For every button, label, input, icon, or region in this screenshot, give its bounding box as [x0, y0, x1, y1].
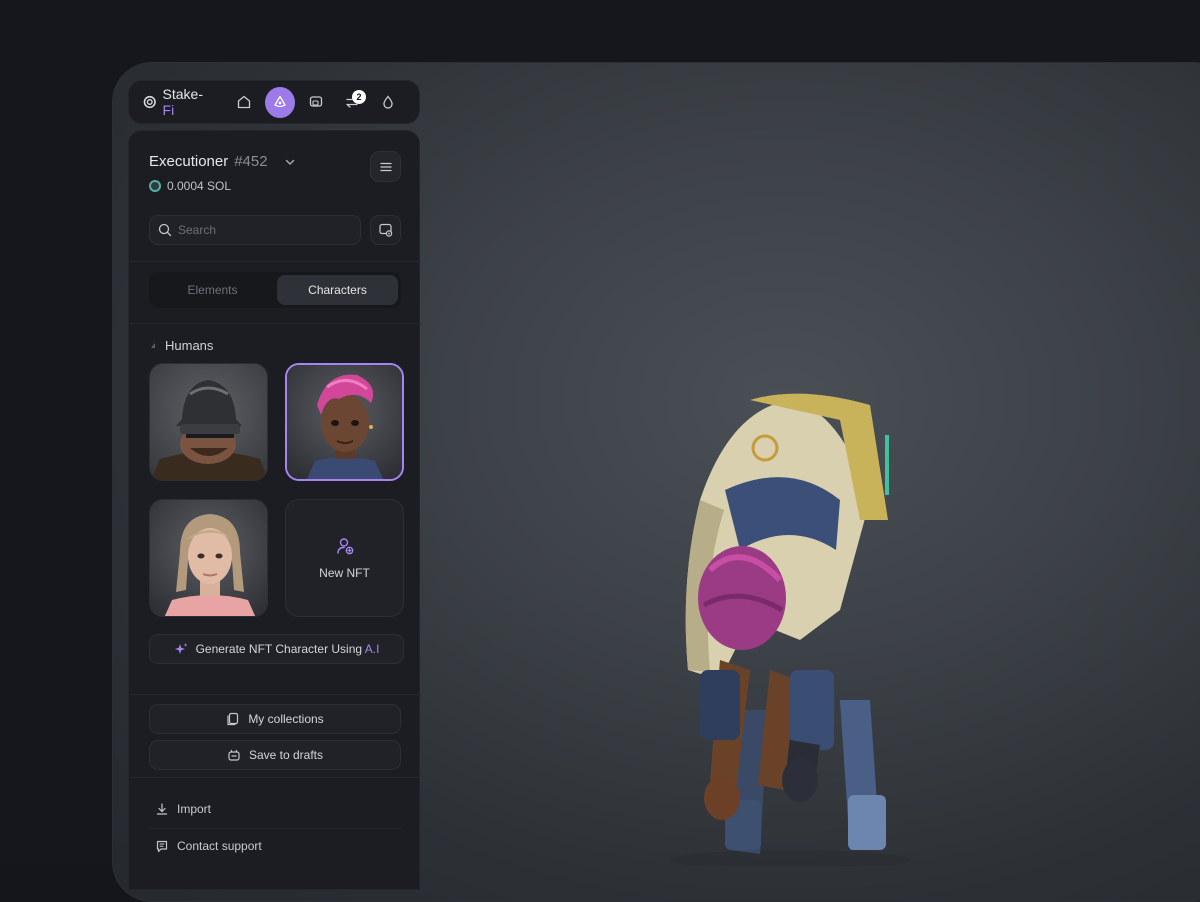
new-nft-label: New NFT [319, 566, 370, 580]
sol-icon [149, 180, 161, 192]
tab-characters[interactable]: Characters [277, 275, 398, 305]
home-icon [237, 95, 251, 109]
collapse-triangle-icon [151, 343, 155, 348]
nav-gallery[interactable] [301, 87, 331, 118]
add-user-icon [336, 538, 353, 555]
divider [149, 828, 401, 829]
filter-button[interactable] [370, 215, 401, 245]
section-label: Humans [165, 338, 214, 353]
sparkle-icon [174, 643, 188, 654]
knight-avatar [150, 364, 267, 480]
nav-transfers[interactable]: 2 [337, 87, 367, 118]
search-box [149, 215, 361, 245]
pink-hair-girl-avatar [287, 365, 402, 479]
contact-support-link[interactable]: Contact support [155, 839, 262, 853]
brand-name: Stake-Fi [162, 86, 203, 118]
app-background: Stake-Fi 2 Executioner #452 0.0004 SOL S… [0, 0, 1200, 902]
divider [129, 323, 421, 324]
support-label: Contact support [177, 839, 262, 853]
nav-characters[interactable] [264, 86, 295, 118]
character-selector[interactable]: Executioner #452 [149, 153, 401, 170]
spiral-logo-icon [143, 95, 156, 109]
collections-icon [227, 712, 239, 726]
character-3d-model[interactable] [640, 380, 940, 866]
top-navbar: Stake-Fi 2 [128, 80, 420, 124]
generate-ai-button[interactable]: Generate NFT Character Using A.I [149, 634, 404, 664]
side-panel: Executioner #452 0.0004 SOL Elements Cha… [128, 130, 421, 890]
nav-home[interactable] [229, 87, 259, 118]
divider [129, 777, 421, 778]
character-card-knight[interactable] [149, 363, 268, 481]
wallet-balance: 0.0004 SOL [149, 179, 401, 193]
character-icon [274, 95, 286, 108]
tab-bar: Elements Characters [149, 272, 401, 308]
drafts-label: Save to drafts [248, 748, 324, 762]
character-title: Executioner [149, 153, 229, 170]
nav-drops[interactable] [373, 87, 403, 118]
search-icon [158, 223, 172, 237]
section-humans[interactable]: Humans [151, 338, 213, 353]
download-icon [156, 803, 168, 815]
save-drafts-button[interactable]: Save to drafts [149, 740, 401, 770]
drafts-icon [228, 749, 240, 761]
support-icon [156, 840, 168, 853]
divider [129, 261, 421, 262]
blonde-woman-avatar [150, 500, 267, 616]
new-nft-card[interactable]: New NFT [285, 499, 404, 617]
import-link[interactable]: Import [155, 802, 211, 816]
menu-button[interactable] [370, 151, 401, 182]
character-number: #452 [234, 153, 268, 170]
character-card-blonde-woman[interactable] [149, 499, 268, 617]
balance-value: 0.0004 SOL [167, 179, 232, 193]
character-card-pink-hair-girl[interactable] [285, 363, 404, 481]
notification-badge: 2 [352, 89, 366, 104]
generate-label: Generate NFT Character Using A.I [195, 642, 380, 656]
search-input[interactable] [178, 223, 348, 237]
gallery-icon [309, 96, 323, 107]
collections-label: My collections [248, 712, 324, 726]
drop-icon [383, 95, 393, 109]
panel-header: Executioner #452 0.0004 SOL [149, 153, 401, 193]
import-label: Import [177, 802, 212, 816]
chevron-down-icon [285, 159, 294, 165]
my-collections-button[interactable]: My collections [149, 704, 401, 734]
divider [129, 694, 421, 695]
filter-icon [378, 223, 392, 237]
brand-logo[interactable]: Stake-Fi [143, 86, 213, 118]
hamburger-icon [379, 162, 392, 171]
tab-elements[interactable]: Elements [152, 275, 273, 305]
